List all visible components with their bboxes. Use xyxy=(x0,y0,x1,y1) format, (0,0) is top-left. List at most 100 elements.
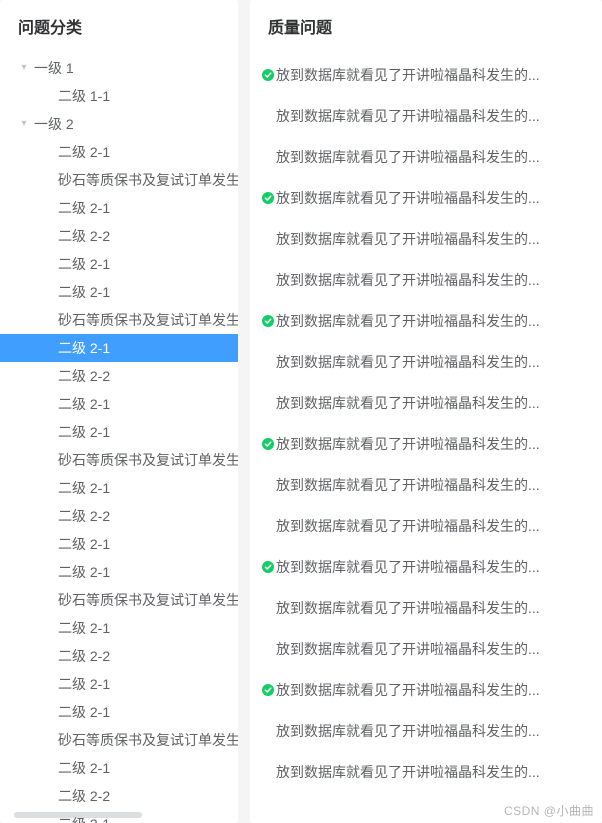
tree-node[interactable]: 二级 2-1 xyxy=(0,278,238,306)
main-container: 问题分类 ▾一级 1二级 1-1▾一级 2二级 2-1砂石等质保书及复试订单发生… xyxy=(0,0,602,823)
tree-node[interactable]: 二级 2-1 xyxy=(0,698,238,726)
tree-node[interactable]: 二级 2-2 xyxy=(0,362,238,390)
caret-down-icon[interactable]: ▾ xyxy=(18,54,30,82)
tree-node-label: 二级 2-1 xyxy=(54,670,110,698)
tree-node[interactable]: 二级 2-1 xyxy=(0,530,238,558)
tree-node[interactable]: 二级 2-1 xyxy=(0,474,238,502)
list-item-text: 放到数据库就看见了开讲啦福晶科发生的... xyxy=(276,475,540,495)
tree-node-label: 二级 2-1 xyxy=(54,530,110,558)
list-item[interactable]: 放到数据库就看见了开讲啦福晶科发生的... xyxy=(262,95,590,136)
tree-node-label: 二级 2-1 xyxy=(54,474,110,502)
tree-node-label: 砂石等质保书及复试订单发生的回复客户 xyxy=(54,306,238,334)
list-item[interactable]: 放到数据库就看见了开讲啦福晶科发生的... xyxy=(262,382,590,423)
check-circle-icon xyxy=(262,684,276,696)
list-item-text: 放到数据库就看见了开讲啦福晶科发生的... xyxy=(276,762,540,782)
tree-node-label: 砂石等质保书及复试订单发生的回复客户 xyxy=(54,586,238,614)
list-item-text: 放到数据库就看见了开讲啦福晶科发生的... xyxy=(276,516,540,536)
list-item[interactable]: 放到数据库就看见了开讲啦福晶科发生的... xyxy=(262,54,590,95)
list-item[interactable]: 放到数据库就看见了开讲啦福晶科发生的... xyxy=(262,628,590,669)
list-item[interactable]: 放到数据库就看见了开讲啦福晶科发生的... xyxy=(262,136,590,177)
tree-node[interactable]: 二级 2-2 xyxy=(0,642,238,670)
tree-node-label: 砂石等质保书及复试订单发生的回复客户 xyxy=(54,446,238,474)
tree-node-label: 二级 1-1 xyxy=(54,82,110,110)
check-circle-icon xyxy=(262,69,276,81)
list-item-text: 放到数据库就看见了开讲啦福晶科发生的... xyxy=(276,639,540,659)
tree-node[interactable]: 二级 2-1 xyxy=(0,334,238,362)
list-item-text: 放到数据库就看见了开讲啦福晶科发生的... xyxy=(276,352,540,372)
list-item[interactable]: 放到数据库就看见了开讲啦福晶科发生的... xyxy=(262,259,590,300)
tree-node[interactable]: 二级 2-1 xyxy=(0,558,238,586)
tree-node-label: 二级 2-1 xyxy=(54,250,110,278)
list-item[interactable]: 放到数据库就看见了开讲啦福晶科发生的... xyxy=(262,669,590,710)
tree-node-label: 砂石等质保书及复试订单发生的回复客户 xyxy=(54,166,238,194)
check-circle-icon xyxy=(262,561,276,573)
check-circle-icon xyxy=(262,315,276,327)
tree-node-label: 二级 2-1 xyxy=(54,390,110,418)
check-circle-icon xyxy=(262,192,276,204)
list-item[interactable]: 放到数据库就看见了开讲啦福晶科发生的... xyxy=(262,546,590,587)
list-item[interactable]: 放到数据库就看见了开讲啦福晶科发生的... xyxy=(262,300,590,341)
tree-node-label: 砂石等质保书及复试订单发生的回复客户 xyxy=(54,726,238,754)
list-item[interactable]: 放到数据库就看见了开讲啦福晶科发生的... xyxy=(262,341,590,382)
list-item[interactable]: 放到数据库就看见了开讲啦福晶科发生的... xyxy=(262,423,590,464)
tree-node[interactable]: 二级 2-1 xyxy=(0,418,238,446)
tree-node[interactable]: 二级 2-1 xyxy=(0,138,238,166)
tree-node[interactable]: 二级 2-2 xyxy=(0,502,238,530)
list-item-text: 放到数据库就看见了开讲啦福晶科发生的... xyxy=(276,434,540,454)
list-item[interactable]: 放到数据库就看见了开讲啦福晶科发生的... xyxy=(262,587,590,628)
tree-node-label: 二级 2-1 xyxy=(54,614,110,642)
tree-node[interactable]: 二级 2-1 xyxy=(0,670,238,698)
tree-node-label: 一级 1 xyxy=(30,54,74,82)
tree-node[interactable]: 二级 1-1 xyxy=(0,82,238,110)
tree-node[interactable]: ▾一级 1 xyxy=(0,54,238,82)
list-item-text: 放到数据库就看见了开讲啦福晶科发生的... xyxy=(276,270,540,290)
tree-node[interactable]: 二级 2-1 xyxy=(0,194,238,222)
list-item[interactable]: 放到数据库就看见了开讲啦福晶科发生的... xyxy=(262,710,590,751)
list-item-text: 放到数据库就看见了开讲啦福晶科发生的... xyxy=(276,229,540,249)
category-tree[interactable]: ▾一级 1二级 1-1▾一级 2二级 2-1砂石等质保书及复试订单发生的回复客户… xyxy=(0,54,238,823)
tree-node-label: 二级 2-1 xyxy=(54,334,110,362)
tree-node[interactable]: 砂石等质保书及复试订单发生的回复客户 xyxy=(0,586,238,614)
tree-node-label: 二级 2-2 xyxy=(54,782,110,810)
tree-node[interactable]: 砂石等质保书及复试订单发生的回复客户 xyxy=(0,446,238,474)
list-item-text: 放到数据库就看见了开讲啦福晶科发生的... xyxy=(276,393,540,413)
list-item[interactable]: 放到数据库就看见了开讲啦福晶科发生的... xyxy=(262,505,590,546)
tree-node[interactable]: 二级 2-1 xyxy=(0,614,238,642)
tree-node[interactable]: 二级 2-2 xyxy=(0,222,238,250)
check-circle-icon xyxy=(262,438,276,450)
tree-node[interactable]: 二级 2-2 xyxy=(0,782,238,810)
tree-node-label: 二级 2-1 xyxy=(54,698,110,726)
horizontal-scrollbar[interactable] xyxy=(14,812,142,818)
watermark: CSDN @小曲曲 xyxy=(504,802,594,819)
list-item[interactable]: 放到数据库就看见了开讲啦福晶科发生的... xyxy=(262,177,590,218)
tree-node[interactable]: 砂石等质保书及复试订单发生的回复客户 xyxy=(0,166,238,194)
quality-panel: 质量问题 放到数据库就看见了开讲啦福晶科发生的...放到数据库就看见了开讲啦福晶… xyxy=(250,0,602,823)
list-item[interactable]: 放到数据库就看见了开讲啦福晶科发生的... xyxy=(262,218,590,259)
tree-node[interactable]: ▾一级 2 xyxy=(0,110,238,138)
tree-node-label: 二级 2-1 xyxy=(54,138,110,166)
tree-node-label: 二级 2-1 xyxy=(54,754,110,782)
tree-node[interactable]: 砂石等质保书及复试订单发生的回复客户 xyxy=(0,726,238,754)
tree-node-label: 二级 2-2 xyxy=(54,222,110,250)
quality-list[interactable]: 放到数据库就看见了开讲啦福晶科发生的... 放到数据库就看见了开讲啦福晶科发生的.… xyxy=(250,54,602,823)
list-item[interactable]: 放到数据库就看见了开讲啦福晶科发生的... xyxy=(262,464,590,505)
category-panel: 问题分类 ▾一级 1二级 1-1▾一级 2二级 2-1砂石等质保书及复试订单发生… xyxy=(0,0,238,823)
tree-node-label: 二级 2-1 xyxy=(54,278,110,306)
tree-node-label: 二级 2-2 xyxy=(54,642,110,670)
list-item-text: 放到数据库就看见了开讲啦福晶科发生的... xyxy=(276,106,540,126)
tree-node[interactable]: 二级 2-1 xyxy=(0,250,238,278)
tree-node-label: 二级 2-1 xyxy=(54,418,110,446)
tree-node-label: 一级 2 xyxy=(30,110,74,138)
tree-node[interactable]: 二级 2-1 xyxy=(0,754,238,782)
tree-node[interactable]: 砂石等质保书及复试订单发生的回复客户 xyxy=(0,306,238,334)
list-item[interactable]: 放到数据库就看见了开讲啦福晶科发生的... xyxy=(262,751,590,792)
list-item-text: 放到数据库就看见了开讲啦福晶科发生的... xyxy=(276,147,540,167)
quality-panel-title: 质量问题 xyxy=(250,0,602,54)
list-item-text: 放到数据库就看见了开讲啦福晶科发生的... xyxy=(276,721,540,741)
list-item-text: 放到数据库就看见了开讲啦福晶科发生的... xyxy=(276,598,540,618)
tree-node[interactable]: 二级 2-1 xyxy=(0,390,238,418)
list-item-text: 放到数据库就看见了开讲啦福晶科发生的... xyxy=(276,680,540,700)
list-item-text: 放到数据库就看见了开讲啦福晶科发生的... xyxy=(276,188,540,208)
list-item-text: 放到数据库就看见了开讲啦福晶科发生的... xyxy=(276,311,540,331)
caret-down-icon[interactable]: ▾ xyxy=(18,110,30,138)
